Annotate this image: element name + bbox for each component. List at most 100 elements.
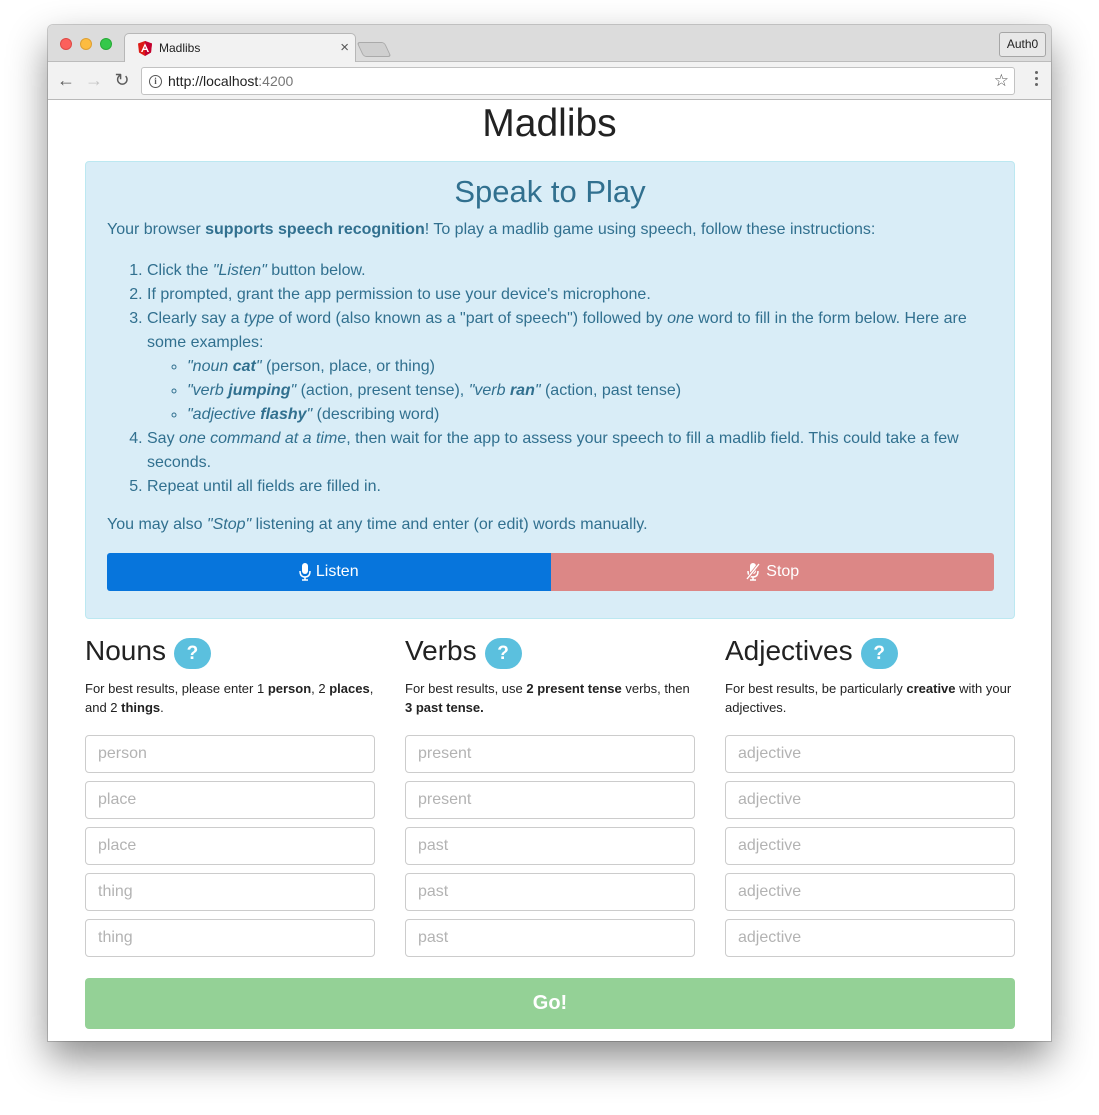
tab-strip: Madlibs × Auth0 bbox=[48, 25, 1051, 63]
past-input[interactable] bbox=[405, 873, 695, 911]
column-title: Nouns bbox=[85, 635, 166, 666]
step-em: "Listen" bbox=[212, 262, 267, 279]
speech-buttons: Listen Stop bbox=[107, 553, 994, 591]
column-title: Verbs bbox=[405, 635, 477, 666]
past-input[interactable] bbox=[405, 919, 695, 957]
page-title: Madlibs bbox=[482, 102, 617, 145]
info-icon[interactable]: i bbox=[149, 75, 162, 88]
step-1: Click the "Listen" button below. bbox=[147, 259, 997, 283]
hint-emphasis: creative bbox=[906, 681, 956, 696]
outro-text: You may also bbox=[107, 516, 207, 533]
present-input[interactable] bbox=[405, 781, 695, 819]
intro-text: Your browser bbox=[107, 221, 206, 238]
outro-text-end: listening at any time and enter (or edit… bbox=[251, 516, 648, 533]
listen-label: Listen bbox=[315, 563, 359, 580]
intro-text-end: ! To play a madlib game using speech, fo… bbox=[424, 221, 876, 238]
hint-emphasis: places bbox=[329, 681, 370, 696]
adjective-input[interactable] bbox=[725, 781, 1015, 819]
speak-title: Speak to Play bbox=[454, 174, 646, 209]
url-text[interactable]: http://localhost:4200 bbox=[168, 73, 293, 89]
stop-button[interactable]: Stop bbox=[550, 553, 994, 591]
column-hint: For best results, be particularly creati… bbox=[725, 679, 1015, 717]
zoom-window-button[interactable] bbox=[100, 38, 112, 50]
new-tab-button[interactable] bbox=[356, 42, 392, 57]
step-5: Repeat until all fields are filled in. bbox=[147, 475, 997, 499]
hint-emphasis: 3 past tense. bbox=[405, 700, 484, 715]
kebab-menu-icon[interactable] bbox=[1035, 71, 1039, 89]
question-icon[interactable]: ? bbox=[484, 637, 522, 669]
adjective-input[interactable] bbox=[725, 919, 1015, 957]
field-list bbox=[405, 735, 695, 957]
hint-text: For best results, use bbox=[405, 681, 527, 696]
page-content: Madlibs Speak to Play Your browser suppo… bbox=[48, 101, 1051, 1041]
hint-emphasis: 2 present tense bbox=[526, 681, 622, 696]
example-verb: "verb jumping" (action, present tense), … bbox=[187, 379, 997, 403]
adjective-input[interactable] bbox=[725, 873, 1015, 911]
browser-window: Madlibs × Auth0 ← → ↻ i http://localhost… bbox=[48, 25, 1051, 1041]
arrow-right-icon[interactable]: → bbox=[84, 70, 104, 90]
word-columns: Nouns ? For best results, please enter 1… bbox=[85, 633, 1015, 965]
field-list bbox=[85, 735, 375, 957]
thing-input[interactable] bbox=[85, 873, 375, 911]
hint-text: . bbox=[160, 700, 164, 715]
adjective-input[interactable] bbox=[725, 735, 1015, 773]
url-host: http://localhost bbox=[168, 73, 259, 89]
hint-text: For best results, please enter 1 bbox=[85, 681, 268, 696]
close-icon[interactable]: × bbox=[340, 39, 349, 56]
question-icon[interactable]: ? bbox=[173, 637, 211, 669]
person-input[interactable] bbox=[85, 735, 375, 773]
intro-bold: supports speech recognition bbox=[205, 221, 425, 238]
step-text: Clearly say a bbox=[147, 310, 244, 327]
column-title: Adjectives bbox=[725, 635, 853, 666]
stop-label: Stop bbox=[766, 563, 800, 580]
angular-logo-icon bbox=[138, 41, 152, 56]
step-em: one bbox=[667, 310, 694, 327]
speak-outro: You may also "Stop" listening at any tim… bbox=[107, 514, 648, 536]
step-em: one command at a time bbox=[179, 430, 347, 447]
hint-text: , 2 bbox=[311, 681, 330, 696]
hint-text: For best results, be particularly bbox=[725, 681, 907, 696]
reload-icon[interactable]: ↻ bbox=[112, 70, 132, 90]
listen-button[interactable]: Listen bbox=[107, 553, 551, 591]
browser-toolbar: ← → ↻ i http://localhost:4200 ☆ bbox=[48, 62, 1051, 100]
url-port: :4200 bbox=[258, 73, 294, 89]
present-input[interactable] bbox=[405, 735, 695, 773]
arrow-left-icon[interactable]: ← bbox=[56, 70, 76, 90]
step-2: If prompted, grant the app permission to… bbox=[147, 283, 997, 307]
profile-button[interactable]: Auth0 bbox=[999, 32, 1046, 57]
place-input[interactable] bbox=[85, 827, 375, 865]
instruction-steps: Click the "Listen" button below. If prom… bbox=[107, 259, 997, 499]
nouns-column: Nouns ? For best results, please enter 1… bbox=[85, 633, 375, 965]
hint-emphasis: person bbox=[267, 681, 312, 696]
tab-title: Madlibs bbox=[159, 41, 201, 55]
star-icon[interactable]: ☆ bbox=[994, 71, 1009, 91]
thing-input[interactable] bbox=[85, 919, 375, 957]
past-input[interactable] bbox=[405, 827, 695, 865]
speak-to-play-panel: Speak to Play Your browser supports spee… bbox=[85, 161, 1015, 619]
question-icon[interactable]: ? bbox=[860, 637, 898, 669]
step-3: Clearly say a type of word (also known a… bbox=[147, 307, 997, 427]
column-header: Verbs ? bbox=[405, 633, 695, 669]
example-noun: "noun cat" (person, place, or thing) bbox=[187, 355, 997, 379]
example-adjective: "adjective flashy" (describing word) bbox=[187, 403, 997, 427]
examples-list: "noun cat" (person, place, or thing) "ve… bbox=[147, 355, 997, 427]
column-hint: For best results, please enter 1 person,… bbox=[85, 679, 375, 717]
column-header: Adjectives ? bbox=[725, 633, 1015, 669]
step-4: Say one command at a time, then wait for… bbox=[147, 427, 997, 475]
address-bar[interactable]: i http://localhost:4200 ☆ bbox=[141, 67, 1015, 95]
column-hint: For best results, use 2 present tense ve… bbox=[405, 679, 695, 717]
go-button[interactable]: Go! bbox=[85, 978, 1015, 1029]
hint-emphasis: things bbox=[121, 700, 161, 715]
close-window-button[interactable] bbox=[60, 38, 72, 50]
step-text: of word (also known as a "part of speech… bbox=[274, 310, 668, 327]
tab-madlibs[interactable]: Madlibs × bbox=[124, 33, 356, 63]
step-text: Say bbox=[147, 430, 180, 447]
adjective-input[interactable] bbox=[725, 827, 1015, 865]
column-header: Nouns ? bbox=[85, 633, 375, 669]
place-input[interactable] bbox=[85, 781, 375, 819]
step-em: type bbox=[243, 310, 275, 327]
minimize-window-button[interactable] bbox=[80, 38, 92, 50]
verbs-column: Verbs ? For best results, use 2 present … bbox=[405, 633, 695, 965]
adjectives-column: Adjectives ? For best results, be partic… bbox=[725, 633, 1015, 965]
microphone-slash-icon bbox=[746, 563, 761, 581]
